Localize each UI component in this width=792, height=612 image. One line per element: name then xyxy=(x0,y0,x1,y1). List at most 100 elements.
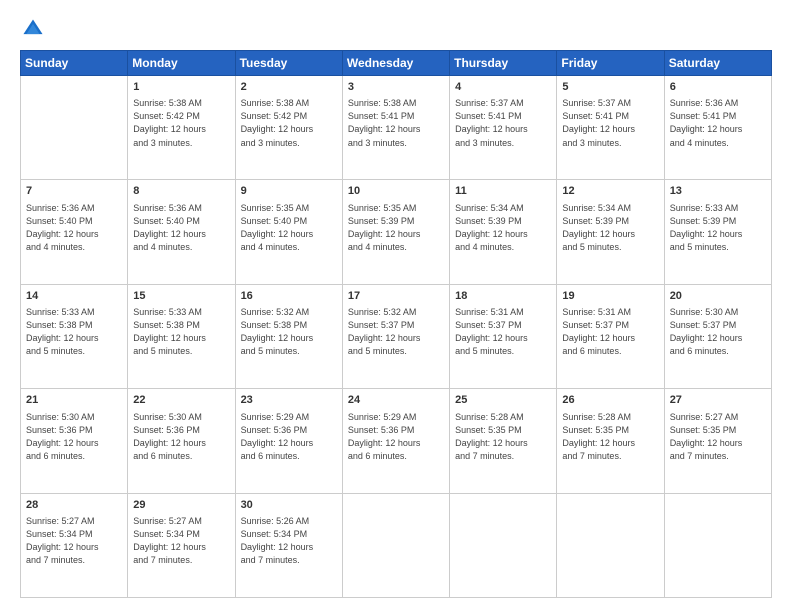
weekday-header-sunday: Sunday xyxy=(21,51,128,76)
calendar-cell: 7 Sunrise: 5:36 AM Sunset: 5:40 PM Daylig… xyxy=(21,180,128,284)
calendar-cell: 23 Sunrise: 5:29 AM Sunset: 5:36 PM Dayli… xyxy=(235,389,342,493)
calendar-cell: 20 Sunrise: 5:30 AM Sunset: 5:37 PM Dayli… xyxy=(664,284,771,388)
calendar-cell: 4 Sunrise: 5:37 AM Sunset: 5:41 PM Daylig… xyxy=(450,76,557,180)
day-number: 8 xyxy=(133,184,229,199)
day-info: Sunrise: 5:31 AM Sunset: 5:37 PM Dayligh… xyxy=(562,306,658,358)
day-number: 7 xyxy=(26,184,122,199)
calendar-cell: 2Sunrise: 5:38 AM Sunset: 5:42 PM Daylig… xyxy=(235,76,342,180)
day-info: Sunrise: 5:34 AM Sunset: 5:39 PM Dayligh… xyxy=(562,202,658,254)
day-info: Sunrise: 5:30 AM Sunset: 5:36 PM Dayligh… xyxy=(133,411,229,463)
calendar-cell: 26Sunrise: 5:28 AM Sunset: 5:35 PM Dayli… xyxy=(557,389,664,493)
day-number: 22 xyxy=(133,393,229,408)
day-info: Sunrise: 5:29 AM Sunset: 5:36 PM Dayligh… xyxy=(348,411,444,463)
header xyxy=(20,18,772,40)
week-row-5: 28 Sunrise: 5:27 AM Sunset: 5:34 PM Dayli… xyxy=(21,493,772,597)
day-info: Sunrise: 5:31 AM Sunset: 5:37 PM Dayligh… xyxy=(455,306,551,358)
calendar-cell: 1 Sunrise: 5:38 AM Sunset: 5:42 PM Daylig… xyxy=(128,76,235,180)
day-number: 19 xyxy=(562,289,658,304)
day-number: 2 xyxy=(241,80,337,95)
day-info: Sunrise: 5:30 AM Sunset: 5:36 PM Dayligh… xyxy=(26,411,122,463)
calendar-cell: 13 Sunrise: 5:33 AM Sunset: 5:39 PM Dayli… xyxy=(664,180,771,284)
weekday-header-row: SundayMondayTuesdayWednesdayThursdayFrid… xyxy=(21,51,772,76)
calendar-cell: 15Sunrise: 5:33 AM Sunset: 5:38 PM Dayli… xyxy=(128,284,235,388)
day-info: Sunrise: 5:27 AM Sunset: 5:34 PM Dayligh… xyxy=(26,515,122,567)
day-number: 4 xyxy=(455,80,551,95)
weekday-header-wednesday: Wednesday xyxy=(342,51,449,76)
calendar-cell: 12Sunrise: 5:34 AM Sunset: 5:39 PM Dayli… xyxy=(557,180,664,284)
logo xyxy=(20,18,44,40)
calendar-cell xyxy=(450,493,557,597)
day-number: 15 xyxy=(133,289,229,304)
day-info: Sunrise: 5:28 AM Sunset: 5:35 PM Dayligh… xyxy=(562,411,658,463)
calendar-cell: 19 Sunrise: 5:31 AM Sunset: 5:37 PM Dayli… xyxy=(557,284,664,388)
calendar-cell: 8 Sunrise: 5:36 AM Sunset: 5:40 PM Daylig… xyxy=(128,180,235,284)
calendar-cell: 29 Sunrise: 5:27 AM Sunset: 5:34 PM Dayli… xyxy=(128,493,235,597)
calendar-cell: 5 Sunrise: 5:37 AM Sunset: 5:41 PM Daylig… xyxy=(557,76,664,180)
day-number: 30 xyxy=(241,498,337,513)
day-number: 1 xyxy=(133,80,229,95)
day-number: 13 xyxy=(670,184,766,199)
calendar-cell: 9Sunrise: 5:35 AM Sunset: 5:40 PM Daylig… xyxy=(235,180,342,284)
calendar-cell: 21 Sunrise: 5:30 AM Sunset: 5:36 PM Dayli… xyxy=(21,389,128,493)
day-info: Sunrise: 5:29 AM Sunset: 5:36 PM Dayligh… xyxy=(241,411,337,463)
day-info: Sunrise: 5:34 AM Sunset: 5:39 PM Dayligh… xyxy=(455,202,551,254)
day-info: Sunrise: 5:35 AM Sunset: 5:39 PM Dayligh… xyxy=(348,202,444,254)
day-number: 24 xyxy=(348,393,444,408)
day-info: Sunrise: 5:38 AM Sunset: 5:41 PM Dayligh… xyxy=(348,97,444,149)
calendar-cell xyxy=(342,493,449,597)
day-info: Sunrise: 5:26 AM Sunset: 5:34 PM Dayligh… xyxy=(241,515,337,567)
day-info: Sunrise: 5:36 AM Sunset: 5:41 PM Dayligh… xyxy=(670,97,766,149)
day-number: 20 xyxy=(670,289,766,304)
day-number: 25 xyxy=(455,393,551,408)
day-info: Sunrise: 5:32 AM Sunset: 5:38 PM Dayligh… xyxy=(241,306,337,358)
calendar-cell: 30 Sunrise: 5:26 AM Sunset: 5:34 PM Dayli… xyxy=(235,493,342,597)
day-number: 5 xyxy=(562,80,658,95)
calendar-table: SundayMondayTuesdayWednesdayThursdayFrid… xyxy=(20,50,772,598)
day-info: Sunrise: 5:32 AM Sunset: 5:37 PM Dayligh… xyxy=(348,306,444,358)
week-row-4: 21 Sunrise: 5:30 AM Sunset: 5:36 PM Dayli… xyxy=(21,389,772,493)
weekday-header-monday: Monday xyxy=(128,51,235,76)
day-number: 11 xyxy=(455,184,551,199)
day-number: 3 xyxy=(348,80,444,95)
day-number: 16 xyxy=(241,289,337,304)
day-number: 18 xyxy=(455,289,551,304)
day-info: Sunrise: 5:27 AM Sunset: 5:34 PM Dayligh… xyxy=(133,515,229,567)
day-number: 27 xyxy=(670,393,766,408)
weekday-header-tuesday: Tuesday xyxy=(235,51,342,76)
week-row-2: 7 Sunrise: 5:36 AM Sunset: 5:40 PM Daylig… xyxy=(21,180,772,284)
day-number: 28 xyxy=(26,498,122,513)
day-info: Sunrise: 5:30 AM Sunset: 5:37 PM Dayligh… xyxy=(670,306,766,358)
day-number: 21 xyxy=(26,393,122,408)
day-info: Sunrise: 5:38 AM Sunset: 5:42 PM Dayligh… xyxy=(133,97,229,149)
calendar-cell xyxy=(664,493,771,597)
calendar-cell: 24 Sunrise: 5:29 AM Sunset: 5:36 PM Dayli… xyxy=(342,389,449,493)
calendar-cell: 10 Sunrise: 5:35 AM Sunset: 5:39 PM Dayli… xyxy=(342,180,449,284)
weekday-header-saturday: Saturday xyxy=(664,51,771,76)
day-info: Sunrise: 5:33 AM Sunset: 5:39 PM Dayligh… xyxy=(670,202,766,254)
calendar-cell xyxy=(21,76,128,180)
calendar-cell: 11 Sunrise: 5:34 AM Sunset: 5:39 PM Dayli… xyxy=(450,180,557,284)
weekday-header-friday: Friday xyxy=(557,51,664,76)
day-info: Sunrise: 5:36 AM Sunset: 5:40 PM Dayligh… xyxy=(133,202,229,254)
page: SundayMondayTuesdayWednesdayThursdayFrid… xyxy=(0,0,792,612)
day-info: Sunrise: 5:36 AM Sunset: 5:40 PM Dayligh… xyxy=(26,202,122,254)
calendar-cell: 16 Sunrise: 5:32 AM Sunset: 5:38 PM Dayli… xyxy=(235,284,342,388)
weekday-header-thursday: Thursday xyxy=(450,51,557,76)
calendar-cell: 25Sunrise: 5:28 AM Sunset: 5:35 PM Dayli… xyxy=(450,389,557,493)
calendar-cell: 28 Sunrise: 5:27 AM Sunset: 5:34 PM Dayli… xyxy=(21,493,128,597)
day-number: 14 xyxy=(26,289,122,304)
calendar-cell: 17Sunrise: 5:32 AM Sunset: 5:37 PM Dayli… xyxy=(342,284,449,388)
week-row-1: 1 Sunrise: 5:38 AM Sunset: 5:42 PM Daylig… xyxy=(21,76,772,180)
calendar-cell: 22 Sunrise: 5:30 AM Sunset: 5:36 PM Dayli… xyxy=(128,389,235,493)
calendar-cell xyxy=(557,493,664,597)
day-number: 10 xyxy=(348,184,444,199)
day-info: Sunrise: 5:37 AM Sunset: 5:41 PM Dayligh… xyxy=(455,97,551,149)
day-number: 29 xyxy=(133,498,229,513)
day-info: Sunrise: 5:35 AM Sunset: 5:40 PM Dayligh… xyxy=(241,202,337,254)
calendar-cell: 27 Sunrise: 5:27 AM Sunset: 5:35 PM Dayli… xyxy=(664,389,771,493)
day-info: Sunrise: 5:27 AM Sunset: 5:35 PM Dayligh… xyxy=(670,411,766,463)
day-number: 6 xyxy=(670,80,766,95)
day-info: Sunrise: 5:37 AM Sunset: 5:41 PM Dayligh… xyxy=(562,97,658,149)
day-info: Sunrise: 5:33 AM Sunset: 5:38 PM Dayligh… xyxy=(26,306,122,358)
day-number: 23 xyxy=(241,393,337,408)
